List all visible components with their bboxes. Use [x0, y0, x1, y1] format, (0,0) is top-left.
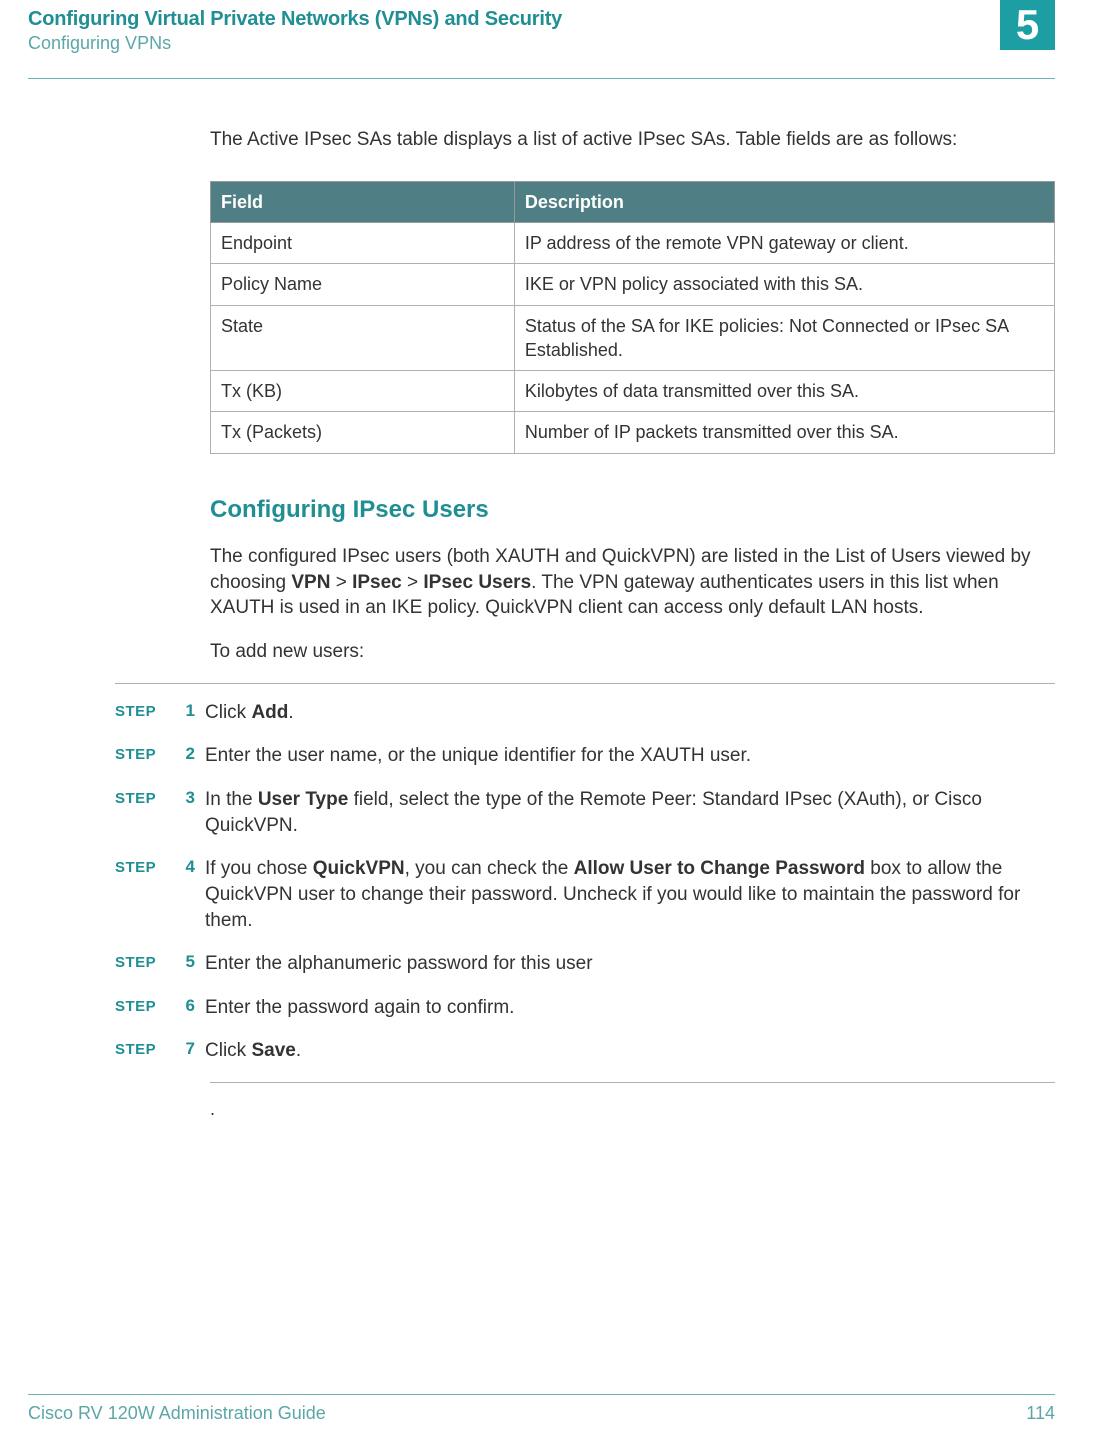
table-header-row: Field Description	[211, 181, 1055, 222]
post-steps-area: .	[210, 1082, 1055, 1120]
step-text: If you chose QuickVPN, you can check the…	[205, 856, 1055, 933]
step-number: 4	[177, 856, 205, 877]
table-row: Policy Name IKE or VPN policy associated…	[211, 264, 1055, 305]
chapter-number-box: 5	[1000, 0, 1055, 50]
table-cell-field: Tx (Packets)	[211, 412, 515, 453]
breadcrumb-bold: IPsec Users	[423, 572, 531, 593]
step-label: STEP	[115, 743, 177, 763]
step-item: STEP 1 Click Add.	[115, 700, 1055, 726]
chapter-number: 5	[1016, 4, 1039, 46]
page-header: Configuring Virtual Private Networks (VP…	[0, 0, 1095, 79]
table-cell-desc: IP address of the remote VPN gateway or …	[514, 222, 1054, 263]
step-label: STEP	[115, 951, 177, 971]
table-row: Tx (Packets) Number of IP packets transm…	[211, 412, 1055, 453]
breadcrumb-bold: IPsec	[352, 572, 402, 593]
table-header-field: Field	[211, 181, 515, 222]
step-text: Enter the alphanumeric password for this…	[205, 951, 1055, 977]
section-paragraph: The configured IPsec users (both XAUTH a…	[210, 544, 1055, 621]
text-run: >	[330, 572, 352, 593]
table-row: State Status of the SA for IKE policies:…	[211, 305, 1055, 371]
header-section-title: Configuring VPNs	[28, 33, 1055, 54]
table-row: Tx (KB) Kilobytes of data transmitted ov…	[211, 371, 1055, 412]
text-run: , you can check the	[405, 858, 574, 879]
step-label: STEP	[115, 1038, 177, 1058]
table-cell-field: State	[211, 305, 515, 371]
step-number: 6	[177, 995, 205, 1016]
step-number: 1	[177, 700, 205, 721]
table-cell-desc: Kilobytes of data transmitted over this …	[514, 371, 1054, 412]
text-run: If you chose	[205, 858, 313, 879]
step-number: 2	[177, 743, 205, 764]
footer-guide-name: Cisco RV 120W Administration Guide	[28, 1403, 326, 1424]
steps-container: STEP 1 Click Add. STEP 2 Enter the user …	[115, 683, 1055, 1064]
intro-paragraph: The Active IPsec SAs table displays a li…	[210, 127, 1055, 153]
step-label: STEP	[115, 856, 177, 876]
step-text: Click Save.	[205, 1038, 1055, 1064]
to-add-paragraph: To add new users:	[210, 639, 1055, 665]
step-number: 5	[177, 951, 205, 972]
step-bold: QuickVPN	[313, 858, 405, 879]
steps-divider-top	[115, 683, 1055, 684]
step-label: STEP	[115, 700, 177, 720]
table-cell-desc: IKE or VPN policy associated with this S…	[514, 264, 1054, 305]
table-cell-desc: Status of the SA for IKE policies: Not C…	[514, 305, 1054, 371]
footer-page-number: 114	[1026, 1403, 1055, 1424]
steps-divider-bottom	[210, 1082, 1055, 1083]
step-item: STEP 2 Enter the user name, or the uniqu…	[115, 743, 1055, 769]
text-run: .	[296, 1040, 301, 1061]
step-number: 7	[177, 1038, 205, 1059]
step-label: STEP	[115, 995, 177, 1015]
text-run: Click	[205, 702, 251, 723]
step-text: Enter the password again to confirm.	[205, 995, 1055, 1021]
table-cell-field: Policy Name	[211, 264, 515, 305]
step-item: STEP 5 Enter the alphanumeric password f…	[115, 951, 1055, 977]
breadcrumb-bold: VPN	[291, 572, 330, 593]
section-heading: Configuring IPsec Users	[210, 494, 1055, 526]
table-cell-field: Endpoint	[211, 222, 515, 263]
text-run: >	[402, 572, 424, 593]
step-item: STEP 6 Enter the password again to confi…	[115, 995, 1055, 1021]
text-run: Click	[205, 1040, 251, 1061]
table-row: Endpoint IP address of the remote VPN ga…	[211, 222, 1055, 263]
step-bold: Save	[251, 1040, 295, 1061]
step-text: In the User Type field, select the type …	[205, 787, 1055, 838]
step-number: 3	[177, 787, 205, 808]
step-label: STEP	[115, 787, 177, 807]
step-bold: Allow User to Change Password	[574, 858, 865, 879]
step-bold: User Type	[258, 789, 348, 810]
step-item: STEP 3 In the User Type field, select th…	[115, 787, 1055, 838]
table-cell-field: Tx (KB)	[211, 371, 515, 412]
step-text: Enter the user name, or the unique ident…	[205, 743, 1055, 769]
step-text: Click Add.	[205, 700, 1055, 726]
ipsec-sa-table: Field Description Endpoint IP address of…	[210, 181, 1055, 454]
header-divider	[28, 78, 1055, 79]
text-run: In the	[205, 789, 258, 810]
table-header-description: Description	[514, 181, 1054, 222]
chapter-title: Configuring Virtual Private Networks (VP…	[28, 8, 1055, 31]
step-item: STEP 4 If you chose QuickVPN, you can ch…	[115, 856, 1055, 933]
text-run: .	[288, 702, 293, 723]
step-item: STEP 7 Click Save.	[115, 1038, 1055, 1064]
page-footer: Cisco RV 120W Administration Guide 114	[28, 1394, 1055, 1424]
content-area: The Active IPsec SAs table displays a li…	[210, 127, 1055, 665]
table-cell-desc: Number of IP packets transmitted over th…	[514, 412, 1054, 453]
trailing-dot: .	[210, 1099, 1055, 1120]
step-bold: Add	[251, 702, 288, 723]
